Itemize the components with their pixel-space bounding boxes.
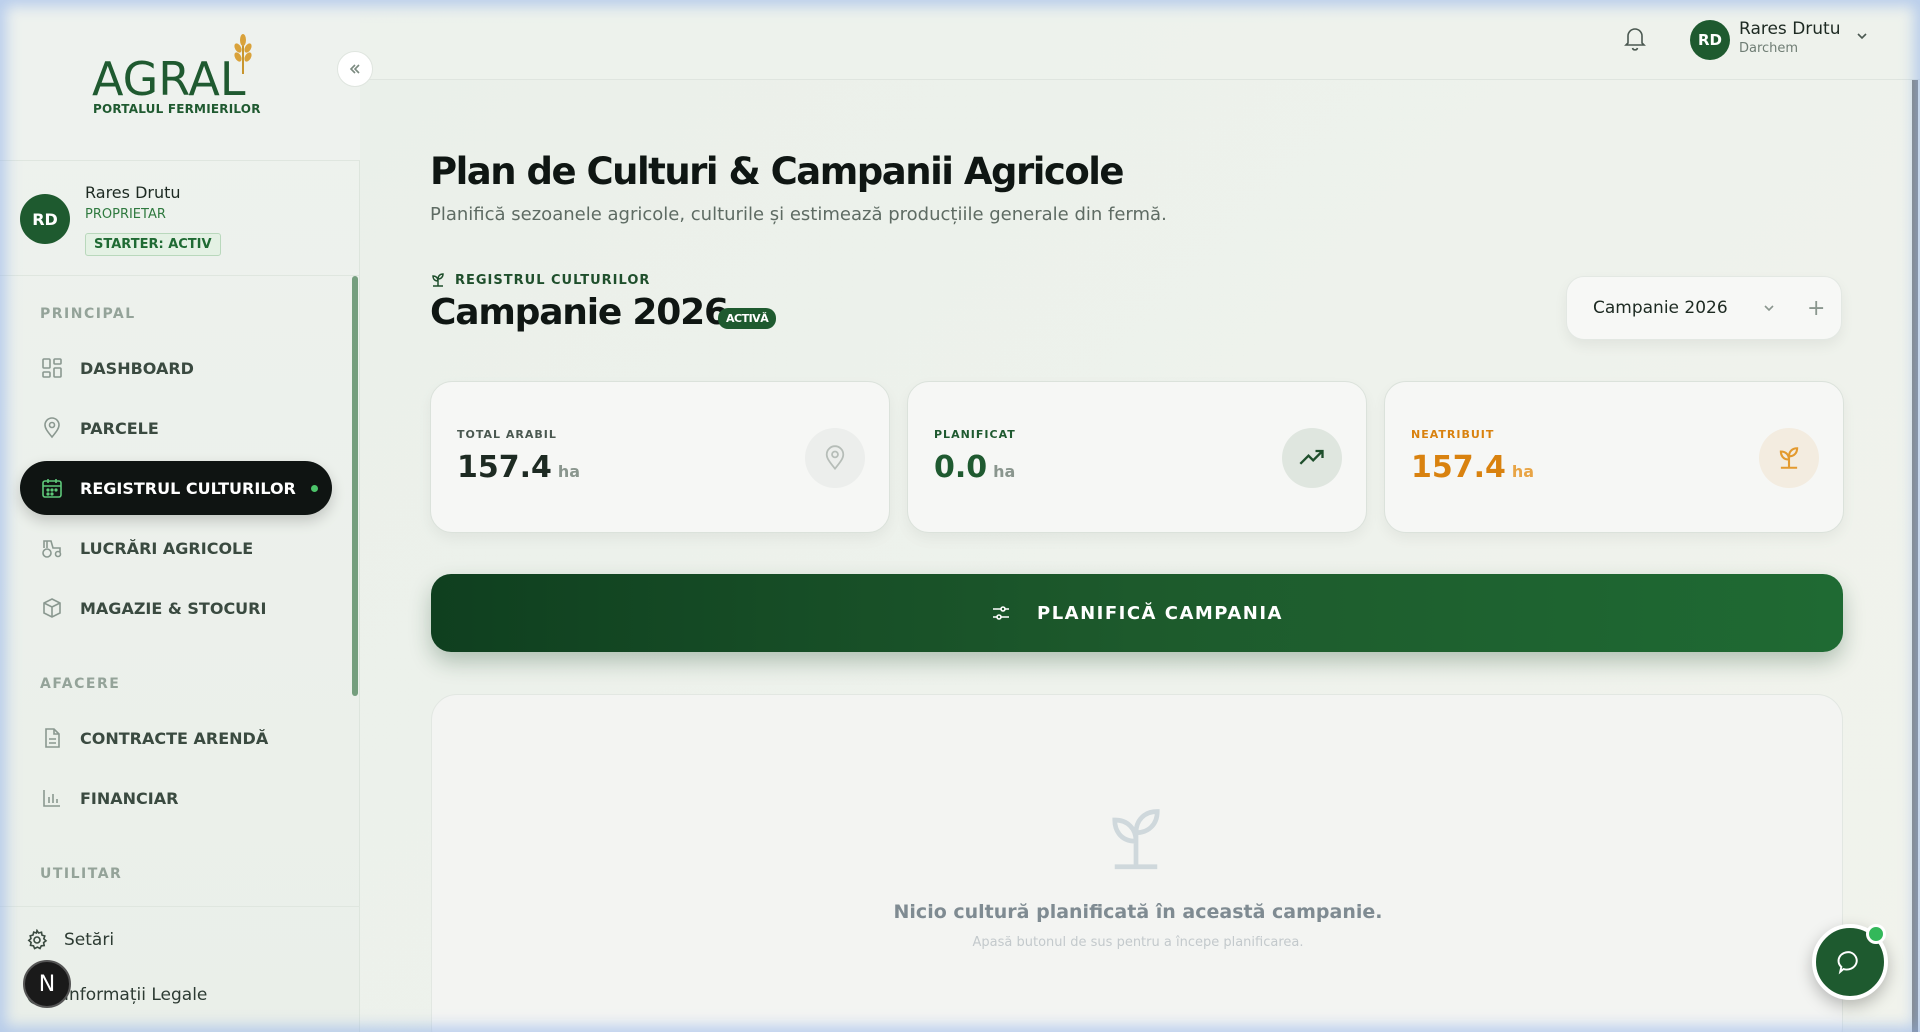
stat-unit: ha (993, 462, 1016, 481)
sidebar-item-parcele[interactable]: PARCELE (20, 401, 332, 455)
plan-badge: STARTER: ACTIV (85, 233, 221, 256)
stat-number: 0.0 (934, 450, 988, 485)
profile-name: Rares Drutu (85, 183, 181, 202)
map-pin-icon (805, 428, 865, 488)
user-name[interactable]: Rares Drutu (1739, 19, 1841, 39)
section-label-principal: PRINCIPAL (40, 306, 136, 322)
registry-label: REGISTRUL CULTURILOR (430, 272, 650, 288)
stat-value: 157.4 ha (457, 450, 580, 485)
stat-label: NEATRIBUIT (1411, 428, 1495, 441)
online-status-dot (1866, 924, 1886, 944)
floating-n-button[interactable]: N (23, 960, 71, 1008)
settings-link[interactable]: Setări (26, 929, 114, 951)
sidebar-item-label: REGISTRUL CULTURILOR (80, 478, 296, 498)
stat-card-planificat: PLANIFICAT 0.0 ha (907, 381, 1367, 533)
stat-number: 157.4 (457, 450, 552, 485)
chevron-down-icon[interactable] (1854, 28, 1870, 44)
sprout-icon (430, 272, 446, 288)
sidebar-item-label: MAGAZIE & STOCURI (80, 598, 267, 618)
stat-label: PLANIFICAT (934, 428, 1016, 441)
sidebar-item-financiar[interactable]: FINANCIAR (20, 771, 332, 825)
stat-card-neatribuit: NEATRIBUIT 157.4 ha (1384, 381, 1844, 533)
bar-chart-icon (40, 786, 64, 810)
user-company: Darchem (1739, 41, 1799, 56)
collapse-sidebar-button[interactable] (337, 51, 373, 87)
logo[interactable]: AGRAL PORTALUL FERMIERILOR (0, 0, 360, 160)
topbar: RD Rares Drutu Darchem (360, 0, 1920, 80)
wheat-icon (234, 34, 252, 74)
sprout-icon (1112, 809, 1160, 870)
trending-up-icon (1282, 428, 1342, 488)
sprout-icon (1759, 428, 1819, 488)
sidebar-item-magazie-stocuri[interactable]: MAGAZIE & STOCURI (20, 581, 332, 635)
main-content: Plan de Culturi & Campanii Agricole Plan… (360, 80, 1920, 1032)
sidebar-item-label: CONTRACTE ARENDĂ (80, 728, 269, 748)
section-label-afacere: AFACERE (40, 676, 121, 692)
add-campaign-button[interactable]: + (1807, 296, 1825, 321)
user-avatar[interactable]: RD (1690, 20, 1730, 60)
calendar-icon (40, 476, 64, 500)
stat-unit: ha (557, 462, 581, 481)
plan-campaign-button[interactable]: PLANIFICĂ CAMPANIA (431, 574, 1843, 652)
logo-subtitle: PORTALUL FERMIERILOR (93, 102, 261, 116)
tractor-icon (40, 536, 64, 560)
stat-value: 157.4 ha (1411, 450, 1534, 485)
chevron-down-icon (1761, 300, 1777, 316)
page-subtitle: Planifică sezoanele agricole, culturile … (430, 204, 1167, 225)
sidebar-item-label: LUCRĂRI AGRICOLE (80, 538, 254, 558)
registry-label-text: REGISTRUL CULTURILOR (455, 272, 651, 288)
page-scrollbar[interactable] (1912, 80, 1918, 1032)
sidebar-item-label: DASHBOARD (80, 358, 194, 378)
stat-number: 157.4 (1411, 450, 1506, 485)
status-badge: ACTIVĂ (718, 308, 777, 329)
legal-info-label: Informații Legale (64, 985, 208, 1005)
stat-value: 0.0 ha (934, 450, 1015, 485)
active-indicator-dot (311, 484, 318, 492)
sidebar-item-label: FINANCIAR (80, 788, 179, 808)
box-icon (40, 596, 64, 620)
sidebar-item-registrul-culturilor[interactable]: REGISTRUL CULTURILOR (20, 461, 332, 515)
chat-bubble-icon (1837, 951, 1858, 975)
plan-campaign-label: PLANIFICĂ CAMPANIA (1037, 602, 1283, 624)
map-pin-icon (40, 416, 64, 440)
campaign-select-value: Campanie 2026 (1593, 298, 1728, 318)
sidebar: AGRAL PORTALUL FERMIERILOR RD Rares Drut… (0, 0, 360, 1032)
document-icon (40, 726, 64, 750)
logo-text: AGRAL (92, 52, 246, 106)
sidebar-item-label: PARCELE (80, 418, 159, 438)
dashboard-icon (40, 356, 64, 380)
stat-unit: ha (1511, 462, 1535, 481)
campaign-title: Campanie 2026 (430, 292, 729, 333)
settings-label: Setări (64, 930, 115, 950)
sidebar-item-contracte-arenda[interactable]: CONTRACTE ARENDĂ (20, 711, 332, 765)
sliders-icon (991, 603, 1011, 623)
double-chevron-left-icon (349, 64, 360, 74)
empty-state-subtitle: Apasă butonul de sus pentru a începe pla… (972, 935, 1304, 950)
sidebar-item-dashboard[interactable]: DASHBOARD (20, 341, 332, 395)
profile-role: PROPRIETAR (85, 207, 166, 222)
sidebar-profile: RD Rares Drutu PROPRIETAR STARTER: ACTIV (0, 160, 360, 276)
sidebar-scrollbar[interactable] (352, 276, 358, 696)
stat-label: TOTAL ARABIL (457, 428, 557, 441)
campaign-select[interactable]: Campanie 2026 + (1566, 276, 1842, 340)
section-label-utilitar: UTILITAR (40, 866, 123, 882)
stat-card-total-arabil: TOTAL ARABIL 157.4 ha (430, 381, 890, 533)
crops-empty-state: Nicio cultură planificată în această cam… (431, 694, 1843, 1032)
gear-icon (26, 929, 50, 951)
avatar[interactable]: RD (20, 194, 70, 244)
bell-icon[interactable] (1623, 25, 1647, 51)
sidebar-item-lucrari-agricole[interactable]: LUCRĂRI AGRICOLE (20, 521, 332, 575)
page-title: Plan de Culturi & Campanii Agricole (430, 150, 1125, 193)
empty-state-title: Nicio cultură planificată în această cam… (893, 901, 1383, 923)
